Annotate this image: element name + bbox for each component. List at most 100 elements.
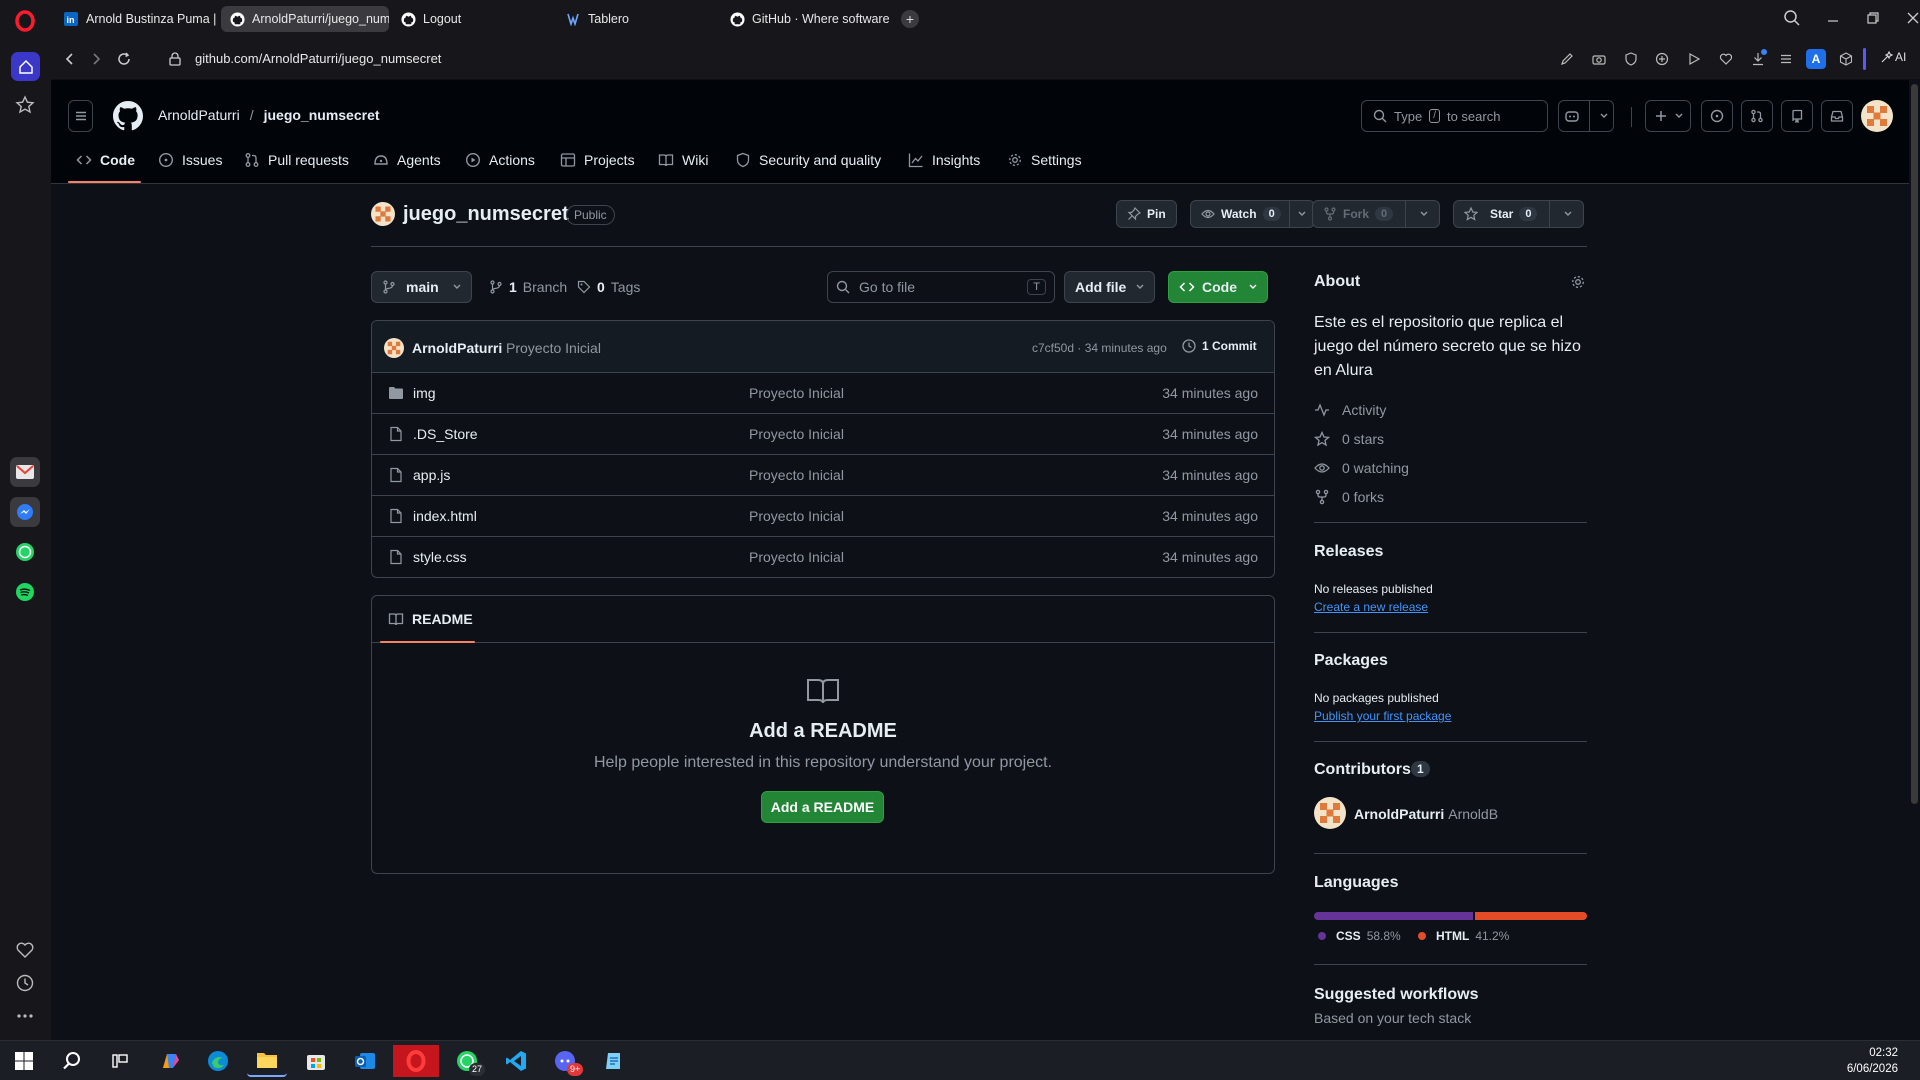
file-row-ds-store[interactable]: .DS_Store Proyecto Inicial 34 minutes ag…	[372, 414, 1274, 455]
tab-projects[interactable]: Projects	[560, 143, 635, 177]
watch-button[interactable]: Watch 0	[1190, 200, 1315, 228]
file-row-index-html[interactable]: index.html Proyecto Inicial 34 minutes a…	[372, 496, 1274, 537]
contributor-entry[interactable]: ArnoldPaturri ArnoldB	[1354, 806, 1498, 822]
lock-icon[interactable]	[165, 49, 185, 69]
pin-button[interactable]: Pin	[1116, 200, 1177, 228]
aria-ai-button[interactable]: AI	[1881, 50, 1906, 64]
url-field[interactable]: github.com/ArnoldPaturri/juego_numsecret	[195, 51, 441, 66]
hamburger-menu-icon[interactable]	[68, 100, 93, 132]
search-input[interactable]: Type / to search	[1361, 100, 1548, 132]
player-icon[interactable]	[1684, 49, 1704, 69]
pull-requests-header-icon[interactable]	[1741, 100, 1773, 132]
bookmarks-icon[interactable]	[15, 95, 35, 115]
packages-heading[interactable]: Packages	[1314, 652, 1388, 670]
repositories-header-icon[interactable]	[1781, 100, 1813, 132]
file-commit-message[interactable]: Proyecto Inicial	[749, 549, 844, 565]
tab-agents[interactable]: Agents	[373, 143, 441, 177]
tab-actions[interactable]: Actions	[465, 143, 535, 177]
system-clock[interactable]: 02:32 6/06/2026	[1847, 1045, 1898, 1077]
tab-tablero[interactable]: Tablero	[557, 6, 717, 32]
whatsapp-taskbar-icon[interactable]: 27	[447, 1045, 487, 1077]
readme-tab[interactable]: README	[388, 611, 473, 627]
forward-icon[interactable]	[86, 49, 106, 69]
tab-github-home[interactable]: GitHub · Where software i	[721, 6, 889, 32]
spotify-app-icon[interactable]	[10, 577, 40, 607]
tab-wiki[interactable]: Wiki	[658, 143, 708, 177]
taskbar-search-icon[interactable]	[52, 1045, 92, 1077]
close-window-icon[interactable]	[1904, 9, 1920, 27]
github-logo-icon[interactable]	[113, 101, 143, 131]
scrollbar-thumb[interactable]	[1911, 84, 1918, 804]
code-button[interactable]: Code	[1168, 271, 1268, 303]
add-file-button[interactable]: Add file	[1064, 271, 1156, 303]
releases-heading[interactable]: Releases	[1314, 543, 1383, 561]
whatsapp-app-icon[interactable]	[10, 537, 40, 567]
repo-link[interactable]: juego_numsecret	[264, 107, 380, 123]
commit-hash-time[interactable]: c7cf50d · 34 minutes ago	[1032, 341, 1167, 355]
more-icon[interactable]	[15, 1006, 35, 1026]
shield-adblock-icon[interactable]	[1621, 49, 1641, 69]
file-explorer-icon[interactable]	[247, 1045, 287, 1077]
task-view-icon[interactable]	[100, 1045, 140, 1077]
outlook-icon[interactable]	[345, 1045, 385, 1077]
branches-link[interactable]: 1 Branch	[489, 279, 567, 295]
tab-insights[interactable]: Insights	[908, 143, 980, 177]
back-icon[interactable]	[60, 49, 80, 69]
create-release-link[interactable]: Create a new release	[1314, 600, 1428, 614]
file-row-style-css[interactable]: style.css Proyecto Inicial 34 minutes ag…	[372, 537, 1274, 577]
file-commit-message[interactable]: Proyecto Inicial	[749, 508, 844, 524]
downloads-icon[interactable]	[1748, 49, 1768, 69]
commit-author-avatar[interactable]	[384, 338, 404, 358]
watching-link[interactable]: 0 watching	[1342, 460, 1409, 476]
contributors-heading[interactable]: Contributors	[1314, 761, 1411, 779]
forks-link[interactable]: 0 forks	[1342, 489, 1384, 505]
windows-start-icon[interactable]	[4, 1045, 44, 1077]
ms-store-icon[interactable]	[296, 1045, 336, 1077]
new-tab-plus-icon[interactable]: +	[901, 10, 919, 28]
copilot-taskbar-icon[interactable]	[150, 1045, 190, 1077]
favorites-heart-icon[interactable]	[1716, 49, 1736, 69]
heart-icon[interactable]	[15, 940, 35, 960]
opera-logo-icon[interactable]	[14, 10, 36, 32]
file-name[interactable]: index.html	[413, 508, 477, 524]
tab-issues[interactable]: Issues	[158, 143, 222, 177]
file-commit-message[interactable]: Proyecto Inicial	[749, 385, 844, 401]
edit-icon[interactable]	[1557, 49, 1577, 69]
tab-search-icon[interactable]	[1783, 9, 1801, 27]
file-name[interactable]: app.js	[413, 467, 450, 483]
fork-button[interactable]: Fork 0	[1312, 200, 1441, 228]
notepad-icon[interactable]	[594, 1045, 634, 1077]
file-commit-message[interactable]: Proyecto Inicial	[749, 467, 844, 483]
commit-message[interactable]: Proyecto Inicial	[506, 340, 601, 356]
minimize-icon[interactable]	[1824, 9, 1842, 27]
file-row-img[interactable]: img Proyecto Inicial 34 minutes ago	[372, 373, 1274, 414]
messenger-app-icon[interactable]	[10, 497, 40, 527]
file-name[interactable]: style.css	[413, 549, 467, 565]
create-new-button[interactable]	[1645, 100, 1691, 132]
file-row-app-js[interactable]: app.js Proyecto Inicial 34 minutes ago	[372, 455, 1274, 496]
file-name[interactable]: .DS_Store	[413, 426, 478, 442]
inbox-icon[interactable]	[1821, 100, 1853, 132]
branch-selector[interactable]: main	[371, 271, 472, 303]
tab-github-repo[interactable]: ArnoldPaturri/juego_num	[221, 6, 389, 32]
commits-link[interactable]: 1 Commit	[1181, 338, 1257, 354]
file-name[interactable]: img	[413, 385, 436, 401]
go-to-file-input[interactable]: Go to file T	[827, 271, 1055, 303]
tab-security[interactable]: Security and quality	[735, 143, 881, 177]
home-icon[interactable]	[11, 52, 40, 81]
commit-author[interactable]: ArnoldPaturri	[412, 340, 502, 356]
camera-icon[interactable]	[1589, 49, 1609, 69]
tab-code[interactable]: Code	[76, 143, 135, 177]
publish-package-link[interactable]: Publish your first package	[1314, 709, 1451, 723]
activity-link[interactable]: Activity	[1342, 402, 1386, 418]
extensions-cube-icon[interactable]	[1836, 49, 1856, 69]
repo-owner-avatar[interactable]	[371, 202, 395, 226]
language-html[interactable]: HTML 41.2%	[1418, 929, 1509, 943]
edge-icon[interactable]	[198, 1045, 238, 1077]
file-commit-message[interactable]: Proyecto Inicial	[749, 426, 844, 442]
copilot-button[interactable]	[1558, 100, 1614, 132]
tab-logout[interactable]: Logout	[392, 6, 552, 32]
page-scrollbar[interactable]	[1909, 80, 1920, 1040]
contributor-avatar[interactable]	[1314, 797, 1346, 829]
discord-icon[interactable]: 9+	[545, 1045, 585, 1077]
